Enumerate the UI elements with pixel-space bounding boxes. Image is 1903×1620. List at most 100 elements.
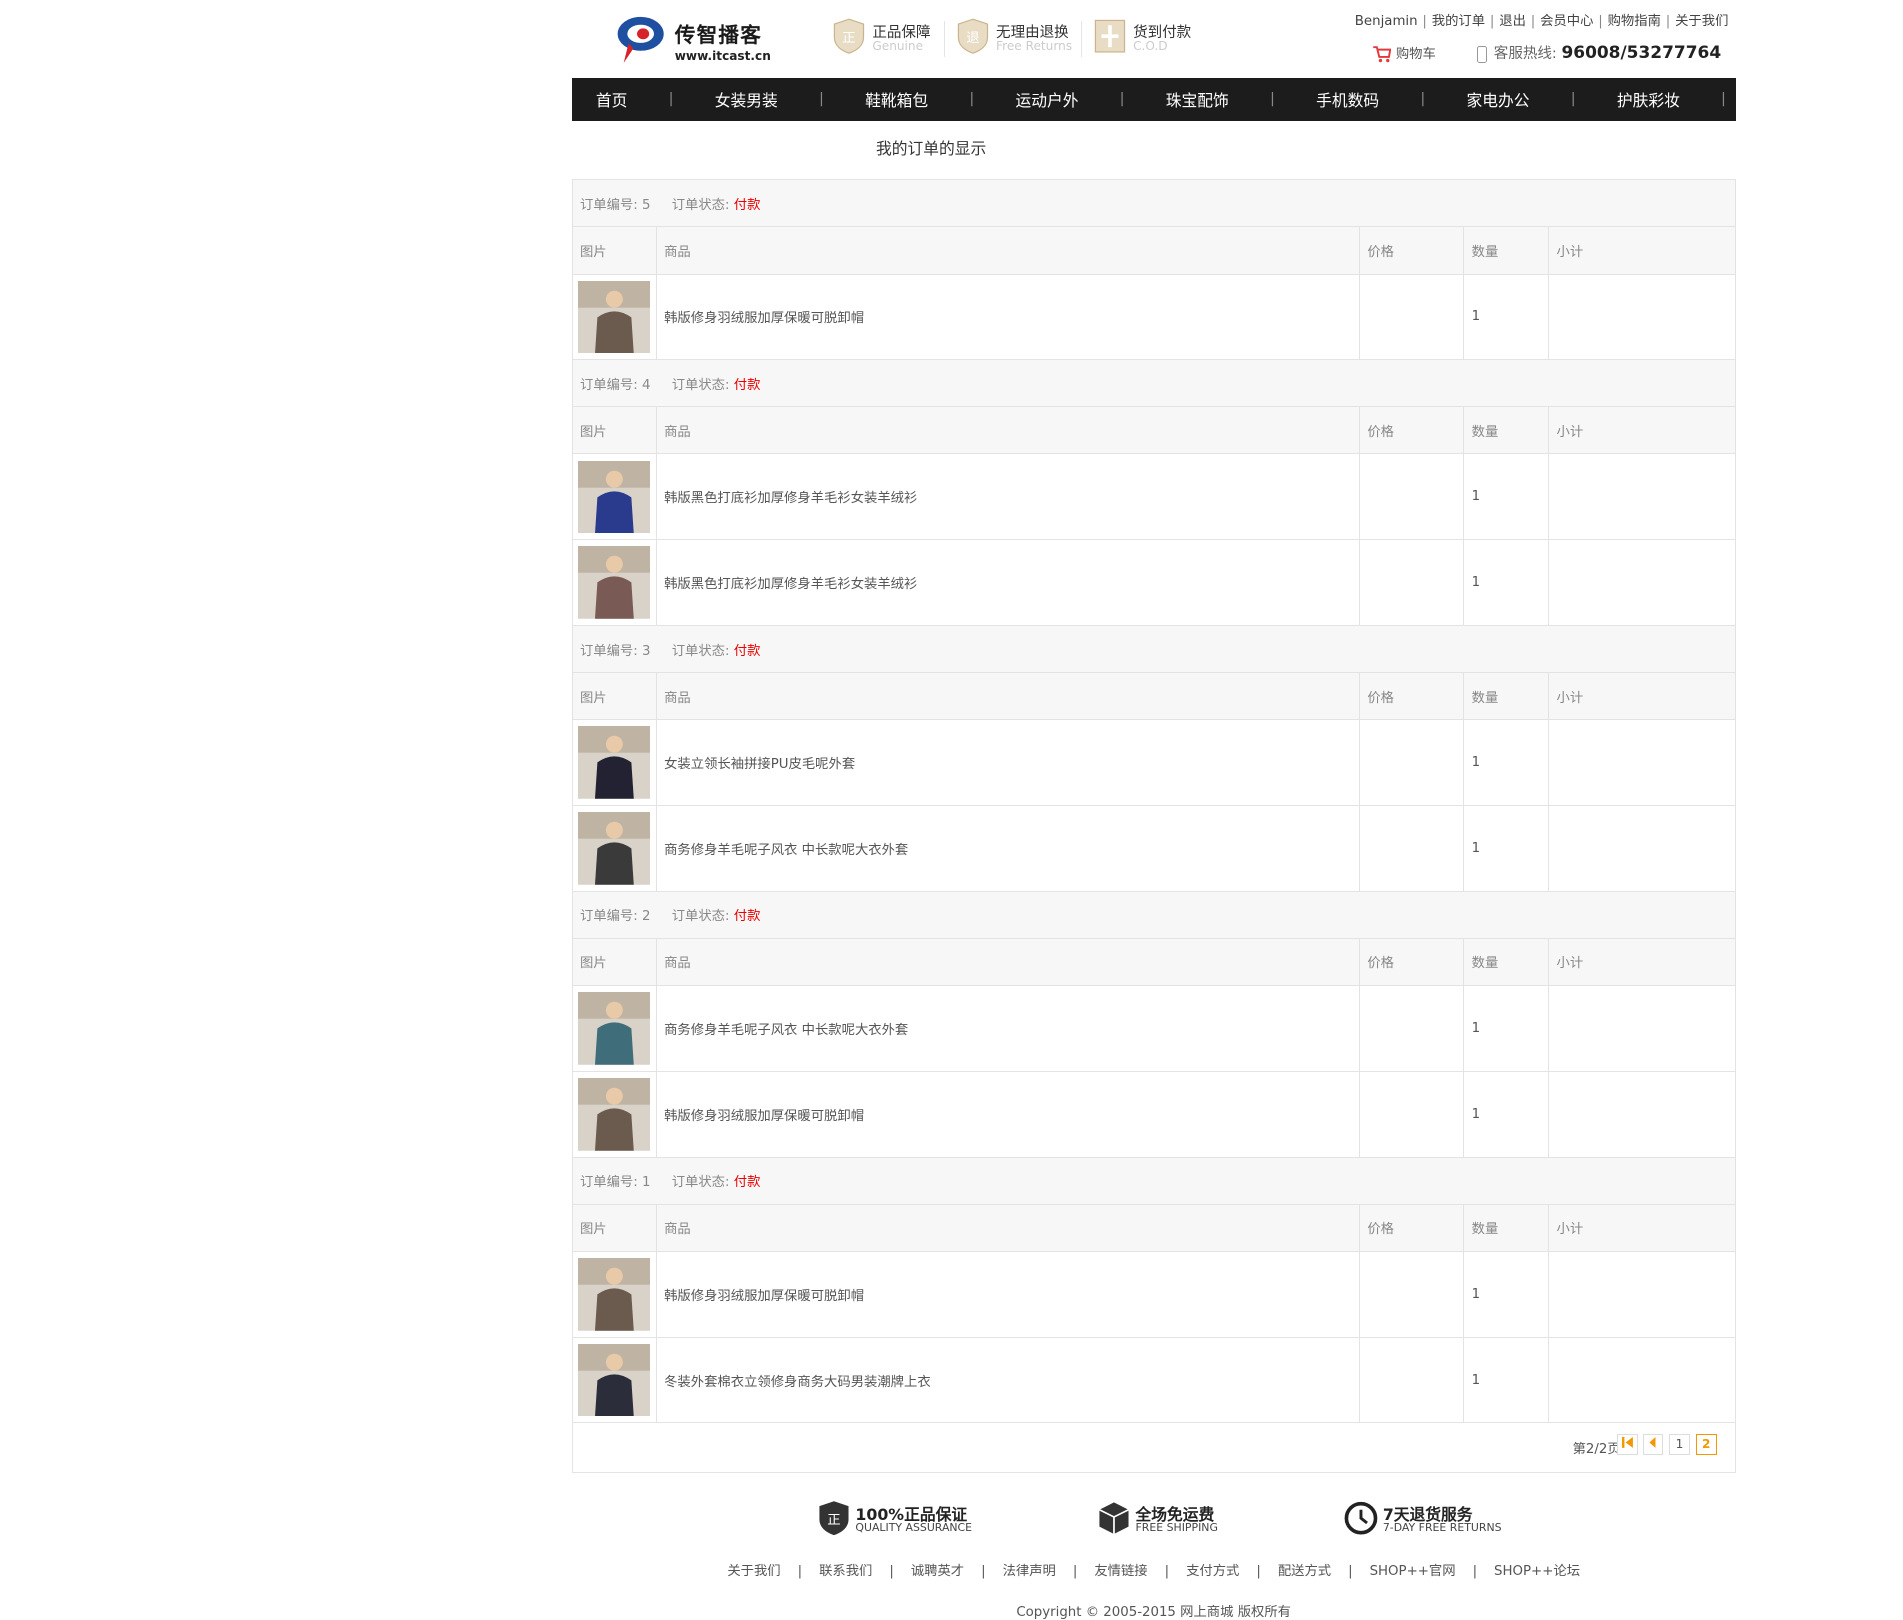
clock-icon	[1344, 1501, 1378, 1535]
order-header-row: 订单编号: 2 订单状态: 付款	[572, 891, 1735, 939]
product-subtotal	[1548, 274, 1735, 361]
orders-container: 订单编号: 5 订单状态: 付款 图片 商品 价格 数量 小计 韩版修身羽绒服加厚保暖可脱卸…	[572, 180, 1735, 1424]
product-qty: 1	[1463, 805, 1549, 892]
page: 传智播客 www.itcast.cn 正 正品保障 Genuine 退 无理由退…	[571, 0, 1831, 1620]
footer-link-legal[interactable]: 法律声明	[1003, 1564, 1056, 1579]
product-thumbnail[interactable]	[577, 460, 651, 534]
order-number: 3	[642, 643, 651, 659]
col-price-header: 价格	[1359, 406, 1464, 455]
promo-subtitle: Free Returns	[996, 38, 1073, 53]
my-orders-link[interactable]: 我的订单	[1432, 14, 1485, 29]
member-center-link[interactable]: 会员中心	[1540, 14, 1593, 29]
product-qty: 1	[1463, 453, 1549, 541]
first-page-button[interactable]	[1617, 1434, 1638, 1455]
order-header-row: 订单编号: 4 订单状态: 付款	[572, 360, 1735, 408]
product-name[interactable]: 韩版黑色打底衫加厚修身羊毛衫女装羊绒衫	[655, 453, 1360, 541]
product-image-cell	[572, 1337, 657, 1424]
nav-item-sports[interactable]: 运动户外	[1001, 88, 1093, 111]
about-us-link[interactable]: 关于我们	[1675, 14, 1728, 29]
product-thumbnail[interactable]	[577, 280, 651, 354]
order-status-label: 订单状态:	[671, 643, 730, 659]
hotline: 客服热线: 96008/53277764	[1476, 42, 1721, 63]
footer-links: 关于我们 | 联系我们 | 诚聘英才 | 法律声明 | 友情链接 | 支付方式 | 配送方式 | SHOP+…	[727, 1564, 1581, 1580]
footer-promo-subtitle: 7-DAY FREE RETURNS	[1382, 1521, 1502, 1535]
footer-link-friends[interactable]: 友情链接	[1094, 1564, 1147, 1579]
footer-link-payment[interactable]: 支付方式	[1186, 1564, 1239, 1579]
order-status[interactable]: 付款	[734, 1175, 761, 1190]
product-name[interactable]: 韩版修身羽绒服加厚保暖可脱卸帽	[655, 1071, 1360, 1158]
order-status-label: 订单状态:	[671, 1175, 730, 1191]
nav-item-digital[interactable]: 手机数码	[1302, 88, 1394, 111]
product-price	[1359, 274, 1464, 361]
quality-shield-icon: 正	[819, 1500, 849, 1535]
nav-item-appliances[interactable]: 家电办公	[1452, 88, 1544, 111]
col-subtotal-header: 小计	[1548, 406, 1735, 455]
product-thumbnail[interactable]	[577, 726, 651, 800]
order-header-row: 订单编号: 5 订单状态: 付款	[572, 180, 1735, 228]
nav-item-beauty[interactable]: 护肤彩妆	[1602, 88, 1694, 111]
cart-link[interactable]: 购物车	[1372, 43, 1436, 62]
top-links: Benjamin | 我的订单 | 退出 | 会员中心 | 购物指南 | 关于我们	[1354, 13, 1729, 29]
column-header-row: 图片 商品 价格 数量 小计	[572, 672, 1735, 721]
col-qty-header: 数量	[1463, 1204, 1549, 1252]
nav-item-shoes-bags[interactable]: 鞋靴箱包	[851, 88, 943, 111]
product-image-cell	[572, 1071, 657, 1158]
product-subtotal	[1548, 1071, 1735, 1158]
footer-link-about[interactable]: 关于我们	[727, 1564, 780, 1579]
first-page-icon	[1621, 1437, 1633, 1449]
product-thumbnail[interactable]	[577, 1257, 651, 1331]
shopping-guide-link[interactable]: 购物指南	[1608, 14, 1661, 29]
order-status[interactable]: 付款	[734, 198, 761, 213]
product-name[interactable]: 商务修身羊毛呢子风衣 中长款呢大衣外套	[655, 805, 1360, 892]
column-header-row: 图片 商品 价格 数量 小计	[572, 406, 1735, 455]
footer-link-delivery[interactable]: 配送方式	[1278, 1564, 1331, 1579]
footer-promos: 正 100%正品保证 QUALITY ASSURANCE 全场免运费 FREE …	[572, 1492, 1736, 1557]
order-status[interactable]: 付款	[734, 378, 761, 393]
product-subtotal	[1548, 985, 1735, 1072]
order-table: 订单编号: 2 订单状态: 付款 图片 商品 价格 数量 小计 商务修身羊毛呢子风衣 中长款…	[572, 891, 1735, 1158]
cod-box-icon	[1094, 20, 1126, 53]
order-number: 5	[642, 197, 651, 213]
product-thumbnail[interactable]	[577, 1077, 651, 1151]
nav-item-jewelry[interactable]: 珠宝配饰	[1151, 88, 1243, 111]
product-thumbnail[interactable]	[577, 1343, 651, 1417]
footer-link-careers[interactable]: 诚聘英才	[911, 1564, 964, 1579]
user-link[interactable]: Benjamin	[1355, 14, 1418, 29]
product-name[interactable]: 韩版修身羽绒服加厚保暖可脱卸帽	[655, 1251, 1360, 1338]
footer-link-contact[interactable]: 联系我们	[819, 1564, 872, 1579]
page-1-button[interactable]: 1	[1669, 1434, 1690, 1455]
col-product-header: 商品	[655, 1204, 1360, 1252]
product-name[interactable]: 女装立领长袖拼接PU皮毛呢外套	[655, 719, 1360, 807]
order-table: 订单编号: 5 订单状态: 付款 图片 商品 价格 数量 小计 韩版修身羽绒服加厚保暖可脱卸…	[572, 180, 1735, 361]
product-thumbnail[interactable]	[577, 812, 651, 885]
product-thumbnail[interactable]	[577, 992, 651, 1065]
product-name[interactable]: 韩版修身羽绒服加厚保暖可脱卸帽	[655, 274, 1360, 361]
product-image-cell	[572, 719, 657, 807]
page-2-button[interactable]: 2	[1695, 1434, 1717, 1455]
svg-text:正: 正	[827, 1513, 840, 1528]
order-number: 4	[642, 377, 651, 393]
product-name[interactable]: 冬装外套棉衣立领修身商务大码男装潮牌上衣	[655, 1337, 1360, 1424]
site-logo[interactable]: 传智播客 www.itcast.cn	[614, 12, 772, 68]
order-status[interactable]: 付款	[734, 909, 761, 924]
nav-item-apparel[interactable]: 女装男装	[700, 88, 792, 111]
nav-item-user[interactable]: Bejamin	[1753, 90, 1846, 109]
footer-link-shop-official[interactable]: SHOP++官网	[1370, 1564, 1456, 1579]
nav-item-home[interactable]: 首页	[581, 88, 642, 111]
footer-promo-subtitle: FREE SHIPPING	[1135, 1521, 1218, 1535]
product-subtotal	[1548, 805, 1735, 892]
prev-page-button[interactable]	[1642, 1434, 1664, 1455]
footer-link-shop-forum[interactable]: SHOP++论坛	[1494, 1564, 1580, 1579]
cart-hotline-bar: 购物车 客服热线: 96008/53277764	[1372, 42, 1721, 66]
product-price	[1359, 1071, 1464, 1158]
product-name[interactable]: 韩版黑色打底衫加厚修身羊毛衫女装羊绒衫	[655, 539, 1360, 627]
logout-link[interactable]: 退出	[1499, 14, 1526, 29]
order-item-row: 商务修身羊毛呢子风衣 中长款呢大衣外套 1	[572, 805, 1735, 892]
product-thumbnail[interactable]	[577, 546, 651, 620]
order-item-row: 韩版修身羽绒服加厚保暖可脱卸帽 1	[572, 274, 1735, 361]
product-qty: 1	[1463, 985, 1549, 1072]
order-status[interactable]: 付款	[734, 644, 761, 659]
col-image-header: 图片	[572, 1204, 657, 1252]
product-name[interactable]: 商务修身羊毛呢子风衣 中长款呢大衣外套	[655, 985, 1360, 1072]
cart-icon	[1372, 45, 1391, 62]
